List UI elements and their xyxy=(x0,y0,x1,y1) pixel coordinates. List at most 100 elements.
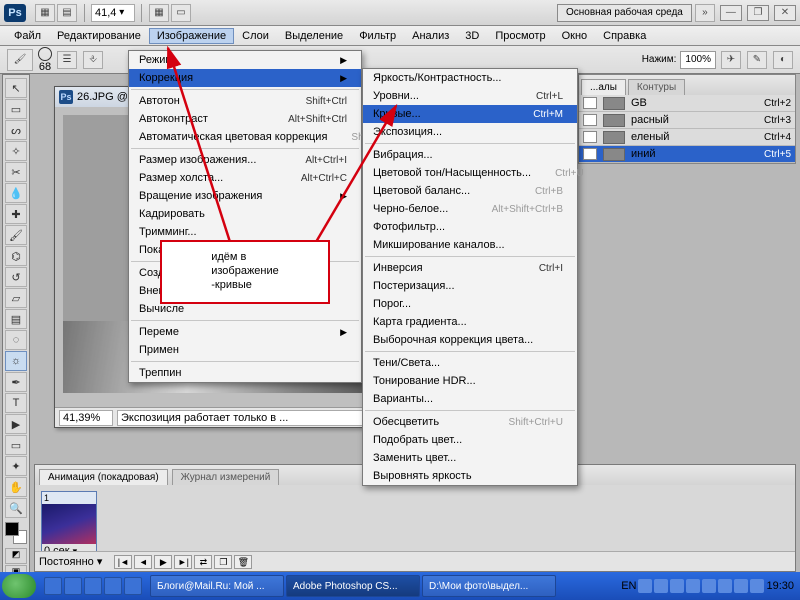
blur-tool[interactable]: ◌ xyxy=(5,330,27,350)
mini-bridge-icon[interactable]: ▤ xyxy=(57,4,77,22)
flow-value-field[interactable]: 100% xyxy=(680,51,716,69)
menu-Выделение[interactable]: Выделение xyxy=(277,28,351,44)
menuitem[interactable]: Вращение изображения▶ xyxy=(129,187,361,205)
menu-Изображение[interactable]: Изображение xyxy=(149,28,234,44)
history-brush-tool[interactable]: ↺ xyxy=(5,267,27,287)
quickmask-toggle[interactable]: ◩ xyxy=(5,548,27,564)
screen-mode-icon[interactable]: ▭ xyxy=(171,4,191,22)
more-workspaces-icon[interactable]: » xyxy=(695,4,715,22)
channel-row[interactable]: GBCtrl+2 xyxy=(579,95,795,112)
ql-icon[interactable] xyxy=(64,577,82,595)
gradient-tool[interactable]: ▤ xyxy=(5,309,27,329)
marquee-tool[interactable]: ▭ xyxy=(5,99,27,119)
ql-icon[interactable] xyxy=(104,577,122,595)
stamp-tool[interactable]: ⌬ xyxy=(5,246,27,266)
eraser-tool[interactable]: ▱ xyxy=(5,288,27,308)
menu-Файл[interactable]: Файл xyxy=(6,28,49,44)
prev-frame-button[interactable]: ◄ xyxy=(134,555,152,569)
move-tool[interactable]: ↖ xyxy=(5,78,27,98)
crop-tool[interactable]: ✂ xyxy=(5,162,27,182)
menu-Окно[interactable]: Окно xyxy=(554,28,596,44)
menuitem[interactable]: Уровни...Ctrl+L xyxy=(363,87,577,105)
lasso-tool[interactable]: ᔕ xyxy=(5,120,27,140)
path-select-tool[interactable]: ▶ xyxy=(5,414,27,434)
pen-tool[interactable]: ✒ xyxy=(5,372,27,392)
tray-icon[interactable] xyxy=(670,579,684,593)
dodge-tool[interactable]: ☼ xyxy=(5,351,27,371)
menuitem[interactable]: Тонирование HDR... xyxy=(363,372,577,390)
shape-tool[interactable]: ▭ xyxy=(5,435,27,455)
ql-icon[interactable] xyxy=(84,577,102,595)
menuitem[interactable]: Размер изображения...Alt+Ctrl+I xyxy=(129,151,361,169)
tray-icon[interactable] xyxy=(686,579,700,593)
maximize-button[interactable]: ❐ xyxy=(747,5,769,21)
menu-image-adjustments[interactable]: Яркость/Контрастность...Уровни...Ctrl+LК… xyxy=(362,68,578,486)
menu-Редактирование[interactable]: Редактирование xyxy=(49,28,149,44)
next-frame-button[interactable]: ►| xyxy=(174,555,192,569)
menuitem[interactable]: Порог... xyxy=(363,295,577,313)
tween-button[interactable]: ⇄ xyxy=(194,555,212,569)
tool-preset-icon[interactable]: 🖌 xyxy=(7,49,33,71)
brush-panel-icon[interactable]: ☰ xyxy=(57,51,77,69)
menuitem[interactable]: Варианты... xyxy=(363,390,577,408)
menuitem[interactable]: Экспозиция... xyxy=(363,123,577,141)
menu-Фильтр[interactable]: Фильтр xyxy=(351,28,404,44)
menuitem[interactable]: Постеризация... xyxy=(363,277,577,295)
tab-paths[interactable]: Контуры xyxy=(628,79,685,95)
status-info[interactable]: Экспозиция работает только в ... xyxy=(117,410,389,426)
menuitem[interactable]: Переме▶ xyxy=(129,323,361,341)
menu-image[interactable]: Режим▶Коррекция▶АвтотонShift+CtrlАвтокон… xyxy=(128,50,362,383)
menuitem[interactable]: Заменить цвет... xyxy=(363,449,577,467)
menu-Справка[interactable]: Справка xyxy=(595,28,654,44)
heal-tool[interactable]: ✚ xyxy=(5,204,27,224)
tab-measure-log[interactable]: Журнал измерений xyxy=(172,469,280,485)
tray-icon[interactable] xyxy=(750,579,764,593)
zoom-field[interactable]: 41,39% xyxy=(59,410,113,426)
tab-animation[interactable]: Анимация (покадровая) xyxy=(39,469,168,485)
taskbar-button[interactable]: D:\Мои фото\выдел... xyxy=(422,575,556,597)
channel-row[interactable]: инийCtrl+5 xyxy=(579,146,795,163)
channel-row[interactable]: расныйCtrl+3 xyxy=(579,112,795,129)
menuitem[interactable]: АвтоконтрастAlt+Shift+Ctrl xyxy=(129,110,361,128)
menu-Просмотр[interactable]: Просмотр xyxy=(487,28,553,44)
menu-3D[interactable]: 3D xyxy=(457,28,487,44)
menuitem[interactable]: Тени/Света... xyxy=(363,354,577,372)
workspace-switcher[interactable]: Основная рабочая среда xyxy=(557,4,692,22)
menuitem[interactable]: Коррекция▶ xyxy=(129,69,361,87)
visibility-icon[interactable] xyxy=(583,97,597,109)
menuitem[interactable]: Размер холста...Alt+Ctrl+C xyxy=(129,169,361,187)
tray-icon[interactable] xyxy=(702,579,716,593)
tablet-pressure-icon[interactable]: ✎ xyxy=(747,51,767,69)
visibility-icon[interactable] xyxy=(583,131,597,143)
menuitem[interactable]: АвтотонShift+Ctrl xyxy=(129,92,361,110)
brush-tool[interactable]: 🖌 xyxy=(5,225,27,245)
start-button[interactable] xyxy=(2,574,36,598)
taskbar-button[interactable]: Adobe Photoshop CS... xyxy=(286,575,420,597)
eyedropper-tool[interactable]: 💧 xyxy=(5,183,27,203)
type-tool[interactable]: T xyxy=(5,393,27,413)
brush-settings-icon[interactable]: ⎀ xyxy=(83,51,103,69)
hand-tool[interactable]: ✋ xyxy=(5,477,27,497)
ql-icon[interactable] xyxy=(44,577,62,595)
menuitem[interactable]: Кривые...Ctrl+M xyxy=(363,105,577,123)
menuitem[interactable]: Яркость/Контрастность... xyxy=(363,69,577,87)
tablet-opacity-icon[interactable]: ◐ xyxy=(773,51,793,69)
tray-icon[interactable] xyxy=(718,579,732,593)
clock[interactable]: 19:30 xyxy=(766,580,794,592)
menu-Слои[interactable]: Слои xyxy=(234,28,277,44)
brush-size-preview[interactable]: 68 xyxy=(38,47,52,73)
menuitem[interactable]: Выровнять яркость xyxy=(363,467,577,485)
color-swatches[interactable] xyxy=(5,522,27,544)
play-button[interactable]: ▶ xyxy=(154,555,172,569)
ql-icon[interactable] xyxy=(124,577,142,595)
zoom-value-field[interactable]: 41,4 ▾ xyxy=(91,4,135,22)
tray-icon[interactable] xyxy=(734,579,748,593)
loop-select[interactable]: Постоянно ▾ xyxy=(39,555,102,568)
lang-indicator[interactable]: EN xyxy=(621,580,636,592)
delete-frame-button[interactable]: 🗑 xyxy=(234,555,252,569)
menuitem[interactable]: ИнверсияCtrl+I xyxy=(363,259,577,277)
new-frame-button[interactable]: ❐ xyxy=(214,555,232,569)
tray-icon[interactable] xyxy=(654,579,668,593)
first-frame-button[interactable]: |◄ xyxy=(114,555,132,569)
animation-frame-1[interactable]: 1 0 сек.▾ xyxy=(41,491,97,559)
